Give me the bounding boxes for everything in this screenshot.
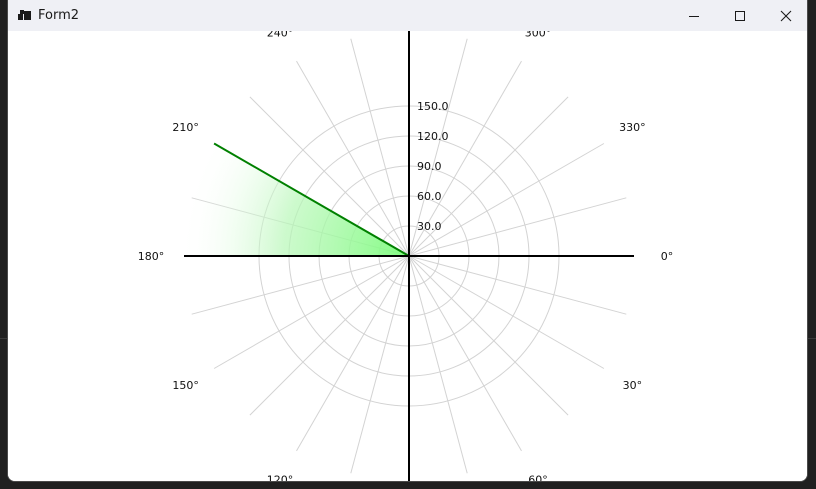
spoke-gridline xyxy=(408,255,627,315)
title-bar[interactable]: Form2 xyxy=(8,0,807,31)
sector-fill xyxy=(183,143,409,256)
angle-label: 120° xyxy=(267,473,294,482)
angle-label: 0° xyxy=(661,250,674,263)
radial-tick-label: 90.0 xyxy=(417,160,442,173)
spoke-gridline xyxy=(296,255,410,452)
spoke-gridline xyxy=(408,255,468,474)
sector-layer xyxy=(183,142,410,257)
angle-label: 330° xyxy=(619,121,646,134)
spoke-gridline xyxy=(350,255,410,474)
maximize-icon xyxy=(735,10,745,21)
spoke-gridline xyxy=(408,197,627,257)
angle-label: 150° xyxy=(172,379,199,392)
chart-area: 30.0 60.0 90.0 120.0 150.0 0° 30° 60° 120° 150° 18… xyxy=(8,31,807,482)
window-title: Form2 xyxy=(38,8,80,23)
app-window: Form2 30.0 60.0 90.0 120.0 150.0 0° 30° … xyxy=(7,0,808,482)
maximize-button[interactable] xyxy=(717,0,763,31)
spoke-gridline xyxy=(213,255,410,369)
radial-tick-label: 30.0 xyxy=(417,220,442,233)
radial-tick-label: 150.0 xyxy=(417,100,449,113)
radial-tick-label: 120.0 xyxy=(417,130,449,143)
close-icon xyxy=(780,10,792,21)
spoke-gridline xyxy=(191,255,410,315)
spoke-gridline xyxy=(408,255,522,452)
spoke-gridline xyxy=(249,255,410,416)
angle-label: 240° xyxy=(267,31,294,40)
spoke-gridline xyxy=(350,38,410,257)
minimize-button[interactable] xyxy=(671,0,717,31)
minimize-icon xyxy=(689,15,699,17)
angle-label: 210° xyxy=(172,121,199,134)
polar-chart: 30.0 60.0 90.0 120.0 150.0 0° 30° 60° 120° 150° 18… xyxy=(138,31,674,482)
angle-label: 180° xyxy=(138,250,165,263)
angle-label: 30° xyxy=(623,379,643,392)
angle-label: 60° xyxy=(528,473,548,482)
angle-label: 300° xyxy=(525,31,552,40)
close-button[interactable] xyxy=(763,0,807,31)
app-icon xyxy=(18,10,31,20)
radial-tick-label: 60.0 xyxy=(417,190,442,203)
spoke-gridline xyxy=(408,255,605,369)
spoke-gridline xyxy=(408,255,569,416)
